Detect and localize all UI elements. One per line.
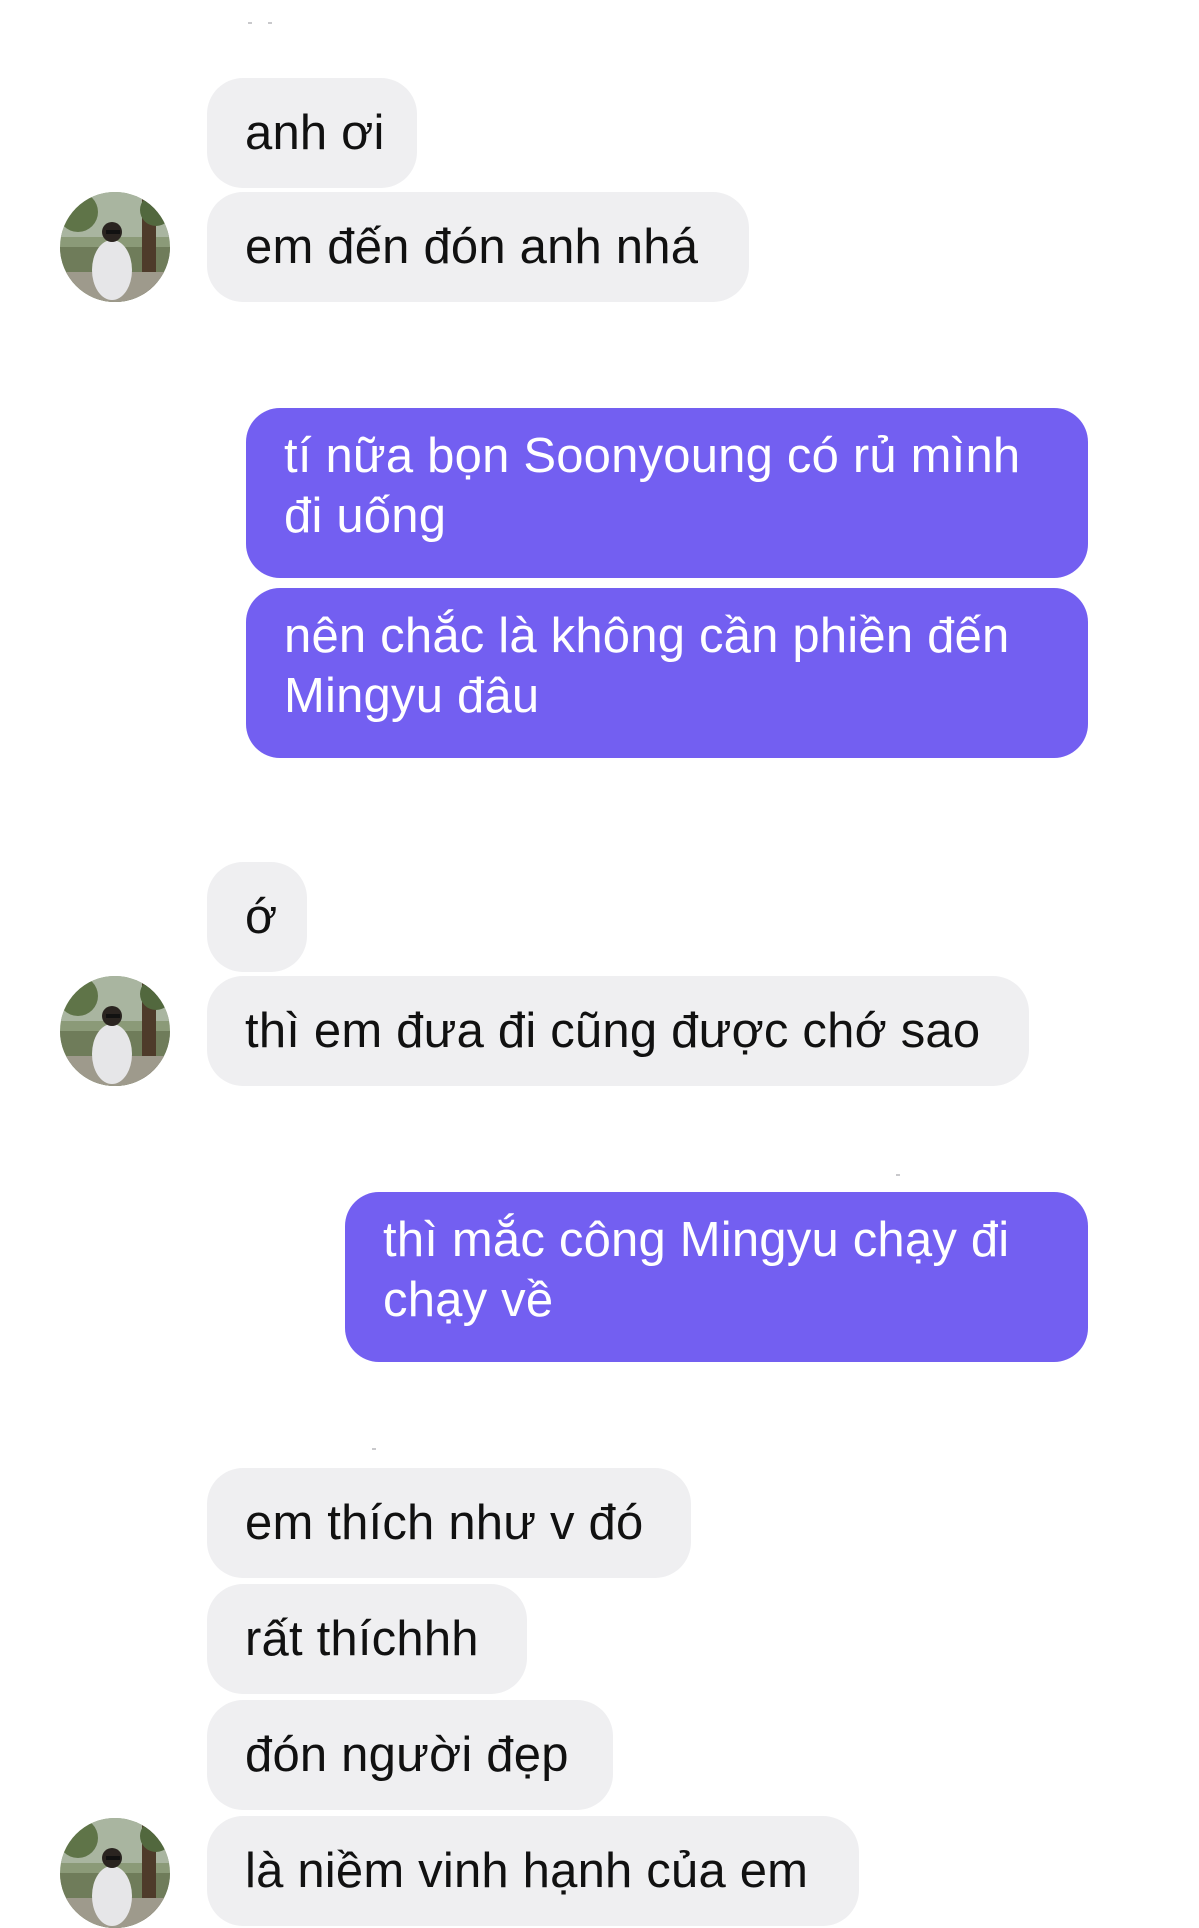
message-text: tí nữa bọn Soonyoung có rủ mình đi uống [284,429,1021,543]
message-thread[interactable]: anh ơi em đến đón anh nhá tí nữa bọn Soo… [0,0,1199,1928]
incoming-message[interactable]: em đến đón anh nhá [207,192,749,302]
outgoing-message[interactable]: thì mắc công Mingyu chạy đi chạy về [345,1192,1088,1362]
avatar-photo-icon [60,192,170,302]
message-text: ớ [245,890,278,944]
message-text: đón người đẹp [245,1728,569,1782]
incoming-message[interactable]: đón người đẹp [207,1700,613,1810]
contact-avatar[interactable] [60,976,170,1086]
incoming-message[interactable]: là niềm vinh hạnh của em [207,1816,859,1926]
message-text: thì em đưa đi cũng được chớ sao [245,1004,981,1058]
outgoing-message[interactable]: tí nữa bọn Soonyoung có rủ mình đi uống [246,408,1088,578]
divider-dot [248,22,252,24]
message-text: rất thíchhh [245,1612,479,1666]
message-text: em đến đón anh nhá [245,220,699,274]
message-text: thì mắc công Mingyu chạy đi chạy về [383,1213,1010,1327]
outgoing-message[interactable]: nên chắc là không cần phiền đến Mingyu đ… [246,588,1088,758]
incoming-message[interactable]: rất thíchhh [207,1584,527,1694]
incoming-message[interactable]: thì em đưa đi cũng được chớ sao [207,976,1029,1086]
contact-avatar[interactable] [60,192,170,302]
divider-dot [372,1448,376,1450]
message-text: là niềm vinh hạnh của em [245,1844,809,1898]
incoming-message[interactable]: anh ơi [207,78,417,188]
incoming-message[interactable]: em thích như v đó [207,1468,691,1578]
avatar-photo-icon [60,1818,170,1928]
incoming-message[interactable]: ớ [207,862,307,972]
message-text: anh ơi [245,106,385,160]
divider-dot [268,22,272,24]
divider-dot [896,1174,900,1176]
avatar-photo-icon [60,976,170,1086]
message-text: em thích như v đó [245,1496,644,1550]
contact-avatar[interactable] [60,1818,170,1928]
message-text: nên chắc là không cần phiền đến Mingyu đ… [284,609,1010,723]
